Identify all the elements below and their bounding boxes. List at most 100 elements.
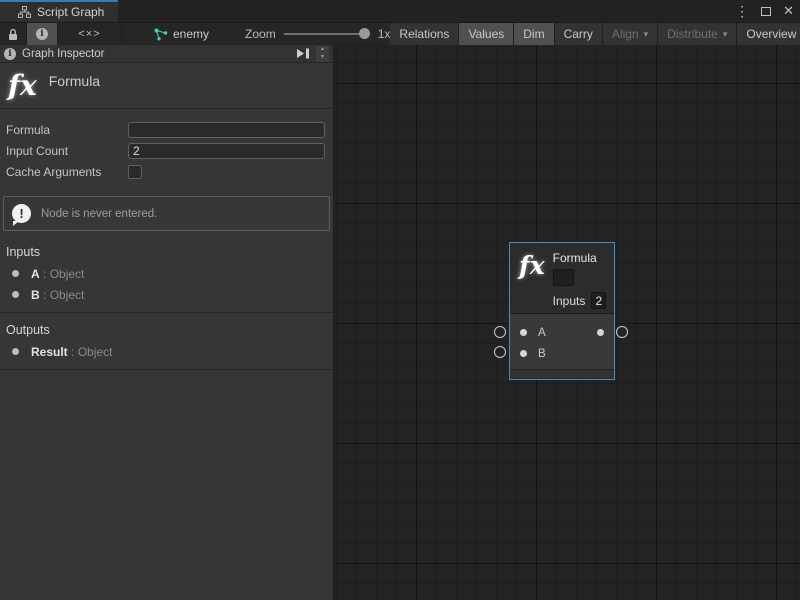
external-port-result-socket[interactable] [616, 326, 628, 338]
toolbar-button-align[interactable]: Align ▾ [603, 23, 658, 45]
panel-spinner[interactable]: ▲ ▼ [316, 46, 329, 62]
input-count-label: Input Count [6, 144, 128, 158]
formula-field-row: Formula [6, 119, 325, 140]
tab-script-graph[interactable]: Script Graph [0, 0, 118, 22]
formula-node-header: fx Formula Inputs 2 [510, 243, 614, 313]
external-port-a-socket[interactable] [494, 326, 506, 338]
graph-inspector-panel: i Graph Inspector ▲ ▼ fx Formula [0, 45, 335, 600]
node-port-row-b: B [510, 343, 614, 364]
port-type: Object [78, 345, 113, 359]
lock-icon [7, 28, 19, 41]
input-port-a-dot[interactable] [520, 329, 527, 336]
close-icon[interactable]: ✕ [783, 3, 794, 19]
section-divider [0, 369, 333, 370]
graph-name-label: enemy [173, 27, 209, 41]
zoom-slider-handle[interactable] [359, 28, 370, 39]
port-type: Object [50, 288, 85, 302]
info-icon: i [4, 48, 16, 60]
input-port-a-label: A [538, 327, 546, 339]
spin-up-icon[interactable]: ▲ [316, 46, 329, 54]
inspector-fields: Formula Input Count Cache Arguments [0, 109, 333, 188]
port-bullet-icon [12, 270, 19, 277]
lock-button[interactable] [0, 23, 27, 45]
formula-node[interactable]: fx Formula Inputs 2 A [509, 242, 615, 380]
outputs-section-title: Outputs [0, 313, 333, 341]
warning-icon-tail [13, 221, 19, 226]
toolbar-button-dim[interactable]: Dim [514, 23, 554, 45]
spin-down-icon[interactable]: ▼ [316, 54, 329, 62]
tab-label: Script Graph [37, 5, 104, 19]
info-toggle-button[interactable]: i [27, 23, 58, 45]
unit-title: Formula [49, 73, 100, 89]
output-port-result-dot[interactable] [597, 329, 604, 336]
zoom-slider[interactable] [284, 27, 370, 41]
toolbar-button-distribute[interactable]: Distribute ▾ [658, 23, 737, 45]
toolbar-left-group: i <×> [0, 23, 122, 45]
graph-breadcrumb[interactable]: enemy [146, 23, 217, 45]
port-sep: : [43, 267, 46, 281]
window-menu-icon[interactable]: ⋮ [735, 3, 749, 20]
port-sep: : [71, 345, 74, 359]
node-formula-input[interactable] [553, 269, 574, 286]
port-name: A [31, 267, 40, 281]
warning-icon: ! [12, 204, 31, 223]
dock-panel-icon[interactable] [296, 48, 310, 59]
cache-arguments-label: Cache Arguments [6, 165, 128, 179]
port-name: B [31, 288, 40, 302]
external-port-b-socket[interactable] [494, 346, 506, 358]
graph-hierarchy-icon [18, 6, 31, 18]
port-sep: : [43, 288, 46, 302]
zoom-slider-track [284, 33, 370, 35]
inputs-section-title: Inputs [0, 235, 333, 263]
formula-field-label: Formula [6, 123, 128, 137]
script-graph-window: Script Graph ⋮ ✕ i <×> [0, 0, 800, 600]
formula-fx-icon: fx [519, 251, 545, 313]
input-port-a-row: A : Object [0, 263, 333, 284]
toolbar-button-overview[interactable]: Overview [737, 23, 800, 45]
output-port-result-row: Result : Object [0, 341, 333, 362]
tab-bar: Script Graph ⋮ ✕ [0, 0, 800, 22]
inspector-header: i Graph Inspector ▲ ▼ [0, 45, 333, 63]
input-count-input[interactable] [128, 143, 325, 159]
toolbar-button-carry[interactable]: Carry [555, 23, 603, 45]
port-text: B : Object [31, 288, 84, 302]
toolbar-button-relations[interactable]: Relations [390, 23, 459, 45]
node-inputs-label: Inputs [553, 294, 586, 308]
warning-box: ! Node is never entered. [3, 196, 330, 231]
port-bullet-icon [12, 291, 19, 298]
graph-canvas[interactable]: fx Formula Inputs 2 A [335, 45, 800, 600]
cache-arguments-checkbox[interactable] [128, 165, 142, 179]
code-view-button[interactable]: <×> [58, 23, 122, 45]
node-input-count-field[interactable]: 2 [591, 292, 606, 309]
chevron-down-icon: ▾ [644, 29, 649, 40]
zoom-control: Zoom 1x [245, 23, 390, 45]
zoom-label: Zoom [245, 27, 276, 41]
distribute-label: Distribute [667, 27, 718, 41]
zoom-value: 1x [378, 27, 391, 41]
main-area: i Graph Inspector ▲ ▼ fx Formula [0, 45, 800, 600]
port-bullet-icon [12, 348, 19, 355]
chevron-down-icon: ▾ [723, 29, 728, 40]
node-port-row-a: A [510, 322, 614, 343]
graph-toolbar: i <×> enemy Zoom 1x Relations [0, 22, 800, 45]
node-ports-section: A B [510, 313, 614, 369]
port-text: Result : Object [31, 345, 112, 359]
toolbar-button-values[interactable]: Values [459, 23, 514, 45]
warning-text: Node is never entered. [41, 208, 157, 220]
align-label: Align [612, 27, 639, 41]
port-name: Result [31, 345, 68, 359]
info-icon: i [36, 28, 48, 40]
unit-header: fx Formula [0, 63, 333, 109]
port-text: A : Object [31, 267, 84, 281]
maximize-icon[interactable] [761, 7, 771, 16]
formula-fx-icon: fx [8, 69, 37, 103]
cache-arguments-row: Cache Arguments [6, 161, 325, 182]
node-footer [510, 369, 614, 378]
formula-input[interactable] [128, 122, 325, 138]
inspector-title: Graph Inspector [22, 48, 290, 60]
window-controls: ⋮ ✕ [735, 0, 794, 22]
input-count-row: Input Count [6, 140, 325, 161]
graph-asset-icon [154, 28, 168, 41]
port-type: Object [50, 267, 85, 281]
input-port-b-dot[interactable] [520, 350, 527, 357]
